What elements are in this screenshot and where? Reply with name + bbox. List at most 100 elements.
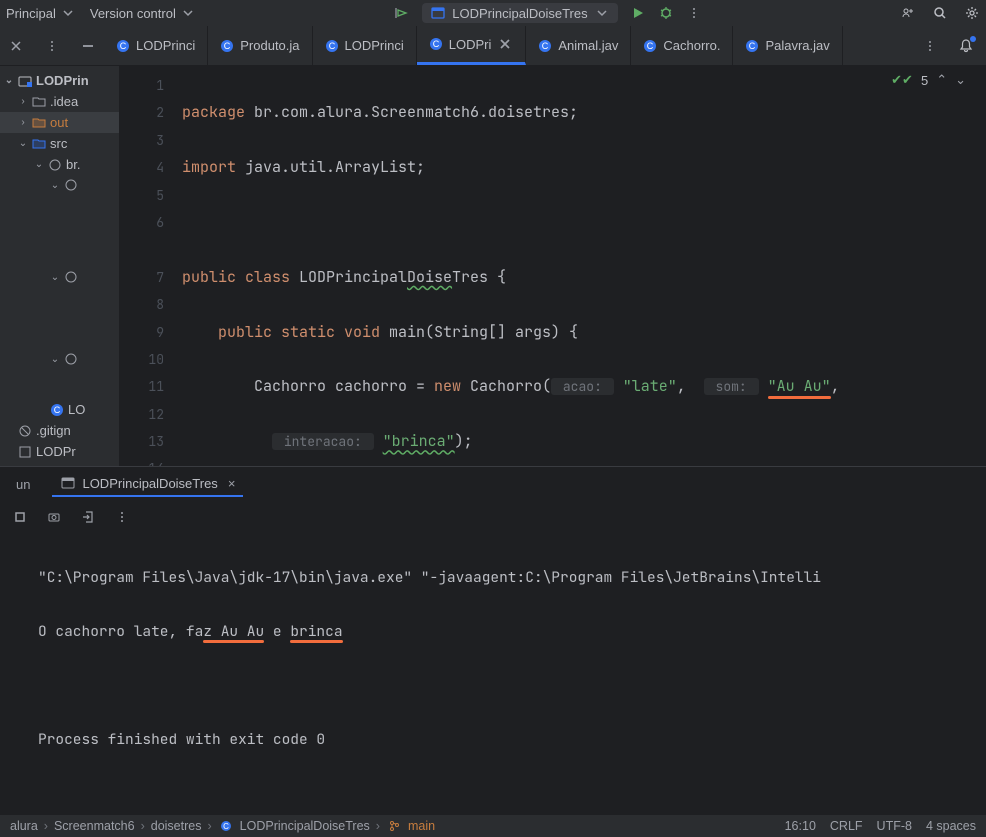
tree-label: out [50,115,68,130]
run-config-label: LODPrincipalDoiseTres [452,6,587,21]
crumb[interactable]: alura [10,819,38,833]
tree-label: src [50,136,67,151]
file-encoding[interactable]: UTF-8 [877,819,912,833]
breadcrumb[interactable]: alura › Screenmatch6 › doisetres › C LOD… [10,818,775,834]
code-with-me-icon[interactable] [900,5,916,21]
close-tab-icon[interactable]: × [228,476,236,491]
tab-palavra[interactable]: C Palavra.jav [733,26,842,65]
debug-icon[interactable] [658,5,674,21]
tree-pkg3[interactable]: ⌄ [0,349,119,369]
line-separator[interactable]: CRLF [830,819,863,833]
tab-lodprincipal-1[interactable]: C LODPrinci [104,26,208,65]
crumb-separator: › [141,819,145,833]
tab-animal[interactable]: C Animal.jav [526,26,631,65]
settings-icon[interactable] [964,5,980,21]
run-tool-label[interactable]: un [8,473,38,496]
collapse-icon[interactable] [80,38,96,54]
editor-body[interactable]: 1 2 3 4 5 6 7 8 9 10 11 12 13 14 15 16 1… [120,66,986,466]
top-toolbar: Principal Version control LODPrincipalDo… [0,0,986,26]
run-toolbar [0,501,986,533]
warning-count: 5 [921,73,928,88]
close-panel-icon[interactable] [8,38,24,54]
tree-label: br. [66,157,80,172]
vcs-dropdown[interactable]: Version control [90,5,196,21]
exit-icon[interactable] [80,509,96,525]
folder-icon [32,95,46,109]
more-icon[interactable] [44,38,60,54]
tree-pkg[interactable]: ⌄ [0,175,119,195]
tree-gitignore[interactable]: .gitign [0,420,119,441]
run-tab-label: LODPrincipalDoiseTres [82,476,217,491]
more-icon[interactable] [922,38,938,54]
line-number: 11 [120,373,182,400]
tab-label: Animal.jav [558,38,618,53]
line-number: 1 [120,72,182,99]
git-branch[interactable]: main [408,819,435,833]
search-icon[interactable] [932,5,948,21]
tree-root[interactable]: ⌄ LODPrin [0,70,119,91]
status-bar: alura › Screenmatch6 › doisetres › C LOD… [0,815,986,837]
svg-text:C: C [223,822,229,831]
project-dropdown[interactable]: Principal [6,5,76,21]
indent-setting[interactable]: 4 spaces [926,819,976,833]
chevron-down-icon: ⌄ [34,159,44,170]
crumb[interactable]: Screenmatch6 [54,819,135,833]
chevron-down-icon: ⌄ [4,75,14,86]
tree-out[interactable]: › out [0,112,119,133]
chevron-down-icon: ⌄ [50,272,60,283]
inspection-indicator[interactable]: ✔✔ 5 ⌃ ⌄ [891,72,966,88]
run-icon[interactable] [630,5,646,21]
tab-label: Cachorro. [663,38,720,53]
tree-idea[interactable]: › .idea [0,91,119,112]
tree-br[interactable]: ⌄ br. [0,154,119,175]
caret-position[interactable]: 16:10 [785,819,816,833]
ignore-file-icon [18,424,32,438]
project-tree[interactable]: ⌄ LODPrin › .idea › out ⌄ src ⌄ br. ⌄ [0,66,120,466]
module-icon [18,74,32,88]
svg-text:C: C [328,41,335,51]
more-icon[interactable] [686,5,702,21]
prev-highlight-icon[interactable]: ⌃ [936,72,947,88]
svg-text:C: C [224,41,231,51]
svg-text:C: C [749,41,756,51]
tree-src[interactable]: ⌄ src [0,133,119,154]
package-icon [64,352,78,366]
tree-label: LODPr [36,444,76,459]
next-highlight-icon[interactable]: ⌄ [955,72,966,88]
main-area: ⌄ LODPrin › .idea › out ⌄ src ⌄ br. ⌄ [0,66,986,466]
tab-lodpri-active[interactable]: C LODPri [417,26,527,65]
tab-label: LODPrinci [345,38,404,53]
branch-icon [386,818,402,834]
build-icon[interactable] [394,5,410,21]
vcs-label: Version control [90,6,176,21]
crumb-file[interactable]: LODPrincipalDoiseTres [240,819,370,833]
tab-lodprincipal-2[interactable]: C LODPrinci [313,26,417,65]
line-number: 10 [120,346,182,373]
line-number: 14 [120,455,182,466]
stop-icon[interactable] [12,509,28,525]
tree-label: .gitign [36,423,71,438]
tree-iml[interactable]: LODPr [0,441,119,462]
notifications-icon[interactable] [958,38,974,54]
run-output[interactable]: "C:\Program Files\Java\jdk-17\bin\java.e… [0,533,986,815]
chevron-down-icon [180,5,196,21]
svg-text:C: C [542,41,549,51]
java-class-icon: C [429,37,443,51]
crumb[interactable]: doisetres [151,819,202,833]
close-tab-icon[interactable] [497,36,513,52]
run-config-tab[interactable]: LODPrincipalDoiseTres × [52,471,243,497]
java-class-icon: C [745,39,759,53]
run-panel: un LODPrincipalDoiseTres × "C:\Program F… [0,466,986,815]
code-content[interactable]: package br.com.alura.Screenmatch6.doiset… [182,66,986,466]
java-class-icon: C [116,39,130,53]
line-number: 8 [120,291,182,318]
tab-cachorro[interactable]: C Cachorro. [631,26,733,65]
package-icon [64,178,78,192]
tree-class-lo[interactable]: C LO [0,399,119,420]
tree-pkg2[interactable]: ⌄ [0,267,119,287]
run-config-selector[interactable]: LODPrincipalDoiseTres [422,3,617,23]
tab-produto[interactable]: C Produto.ja [208,26,312,65]
camera-icon[interactable] [46,509,62,525]
line-number: 12 [120,401,182,428]
more-icon[interactable] [114,509,130,525]
